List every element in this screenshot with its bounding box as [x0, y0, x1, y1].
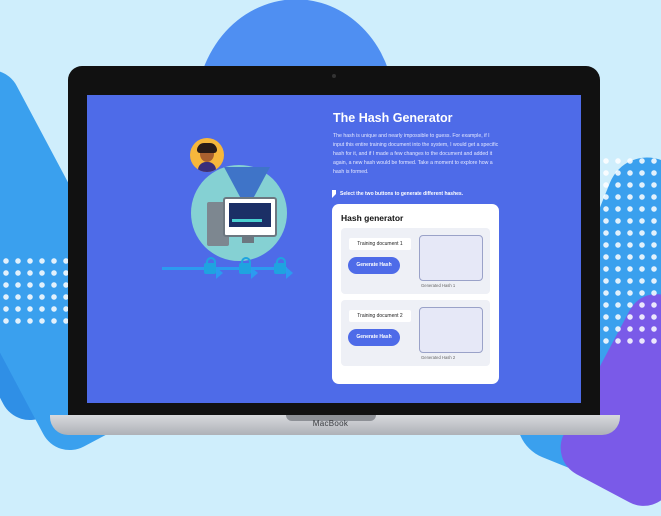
- generated-hash-box: [419, 235, 483, 281]
- arrow-icon: [251, 267, 258, 279]
- generate-hash-button[interactable]: Generate Hash: [348, 329, 400, 346]
- training-document: Training document 1: [349, 238, 411, 250]
- avatar: [190, 138, 224, 172]
- arrow-icon: [286, 267, 293, 279]
- hash-generator-card: Hash generator Training document 1 Gener…: [332, 204, 499, 384]
- generated-hash-label: Generated Hash 2: [421, 355, 456, 360]
- hash-row: Training document 1 Generate Hash Genera…: [341, 228, 490, 294]
- blockchain-line: [162, 267, 287, 270]
- generated-hash-box: [419, 307, 483, 353]
- card-title: Hash generator: [341, 213, 404, 223]
- dot-pattern: [0, 255, 70, 325]
- cursor-icon: [332, 190, 336, 198]
- arrow-icon: [216, 267, 223, 279]
- lock-icon: [204, 257, 216, 274]
- training-document: Training document 2: [349, 310, 411, 322]
- lock-icon: [274, 257, 286, 274]
- lock-icon: [239, 257, 251, 274]
- page-description: The hash is unique and nearly impossible…: [333, 133, 499, 175]
- generated-hash-label: Generated Hash 1: [421, 283, 456, 288]
- monitor-icon: [223, 197, 277, 237]
- page-title: The Hash Generator: [333, 111, 453, 125]
- generate-hash-button[interactable]: Generate Hash: [348, 257, 400, 274]
- dot-pattern: [600, 155, 661, 345]
- instruction-text: Select the two buttons to generate diffe…: [340, 191, 464, 197]
- hash-row: Training document 2 Generate Hash Genera…: [341, 300, 490, 366]
- device-label: MacBook: [312, 419, 349, 428]
- laptop-screen: The Hash Generator The hash is unique an…: [87, 95, 581, 403]
- camera-icon: [332, 74, 336, 78]
